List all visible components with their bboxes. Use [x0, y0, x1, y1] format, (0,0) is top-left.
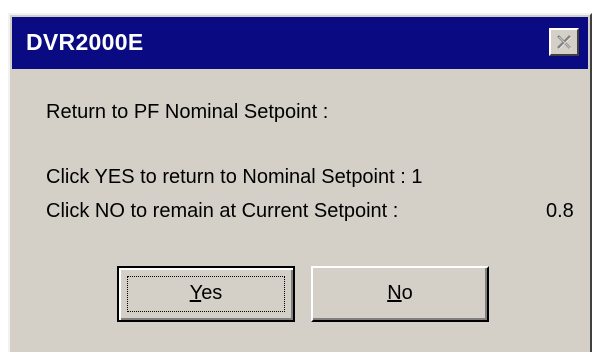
yes-button[interactable]: Yes	[117, 266, 295, 322]
message-heading: Return to PF Nominal Setpoint :	[46, 101, 329, 123]
yes-button-label: Yes	[119, 282, 293, 305]
current-setpoint-value: 0.8	[546, 200, 574, 222]
yes-mnemonic: Y	[189, 282, 202, 304]
no-button[interactable]: No	[311, 266, 489, 322]
message-yes-line: Click YES to return to Nominal Setpoint …	[46, 166, 423, 188]
no-label-rest: o	[401, 282, 413, 304]
no-button-label: No	[313, 282, 487, 305]
close-button[interactable]	[549, 28, 579, 56]
close-icon	[557, 35, 572, 50]
title-bar[interactable]: DVR2000E	[12, 17, 588, 69]
no-mnemonic: N	[387, 282, 402, 304]
window-title: DVR2000E	[26, 29, 144, 55]
yes-label-rest: es	[201, 282, 223, 304]
dialog-window: DVR2000E Return to PF Nominal Setpoint :…	[8, 13, 592, 352]
message-no-line: Click NO to remain at Current Setpoint :	[46, 200, 399, 222]
